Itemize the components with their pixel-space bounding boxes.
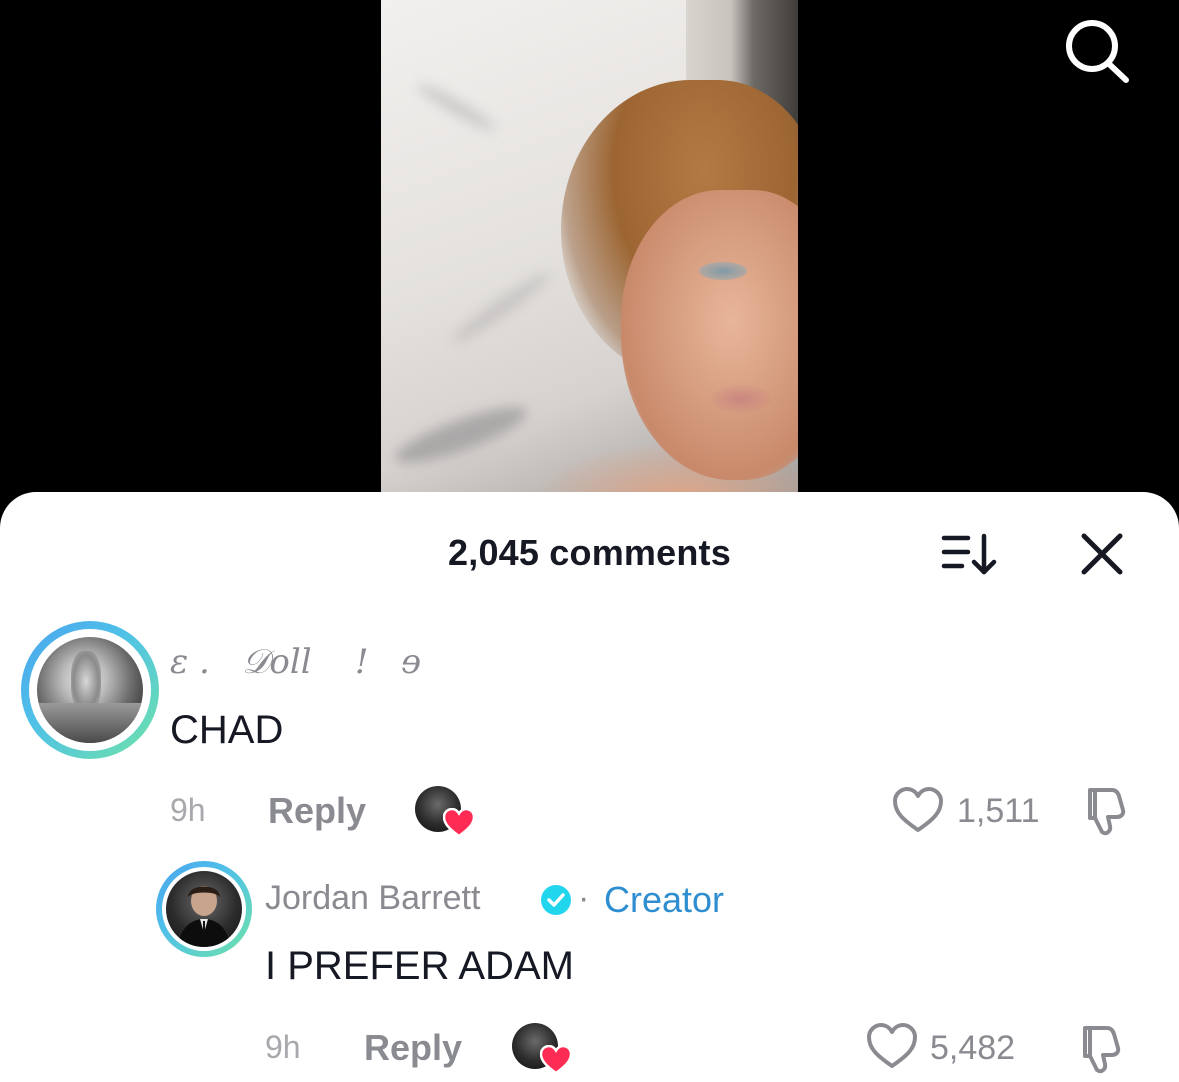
video-player[interactable] — [0, 0, 1179, 520]
creator-badge: Creator — [604, 879, 725, 920]
comment-time: 9h — [265, 1029, 301, 1065]
like-heart-icon[interactable] — [892, 786, 944, 834]
heart-icon — [443, 808, 475, 838]
creator-liked-badge — [415, 786, 475, 838]
comment-text: CHAD — [170, 708, 284, 752]
verified-badge-icon — [540, 884, 572, 916]
reply-button[interactable]: Reply — [268, 790, 366, 832]
dislike-icon[interactable] — [1078, 784, 1132, 838]
avatar[interactable] — [37, 637, 143, 743]
comment-time: 9h — [170, 792, 206, 828]
like-count: 1,511 — [957, 792, 1040, 830]
like-heart-icon[interactable] — [866, 1022, 918, 1070]
like-count: 5,482 — [930, 1029, 1016, 1067]
separator-dot: · — [578, 879, 590, 917]
close-icon[interactable] — [1074, 526, 1130, 582]
comment-text: I PREFER ADAM — [265, 944, 574, 988]
creator-liked-badge — [512, 1023, 572, 1075]
sort-icon[interactable] — [938, 528, 1002, 580]
comments-sheet — [0, 492, 1179, 1082]
creator-username[interactable]: Jordan Barrett — [265, 879, 480, 918]
comments-count-title: 2,045 comments — [448, 532, 731, 573]
dislike-icon[interactable] — [1073, 1022, 1127, 1076]
heart-icon — [540, 1045, 572, 1075]
reply-button[interactable]: Reply — [364, 1027, 462, 1069]
comment-username[interactable]: ɛ . 𝒟oll ! ɘ — [170, 642, 421, 682]
search-icon[interactable] — [1058, 14, 1134, 90]
video-frame — [381, 0, 798, 520]
avatar[interactable] — [166, 871, 242, 947]
